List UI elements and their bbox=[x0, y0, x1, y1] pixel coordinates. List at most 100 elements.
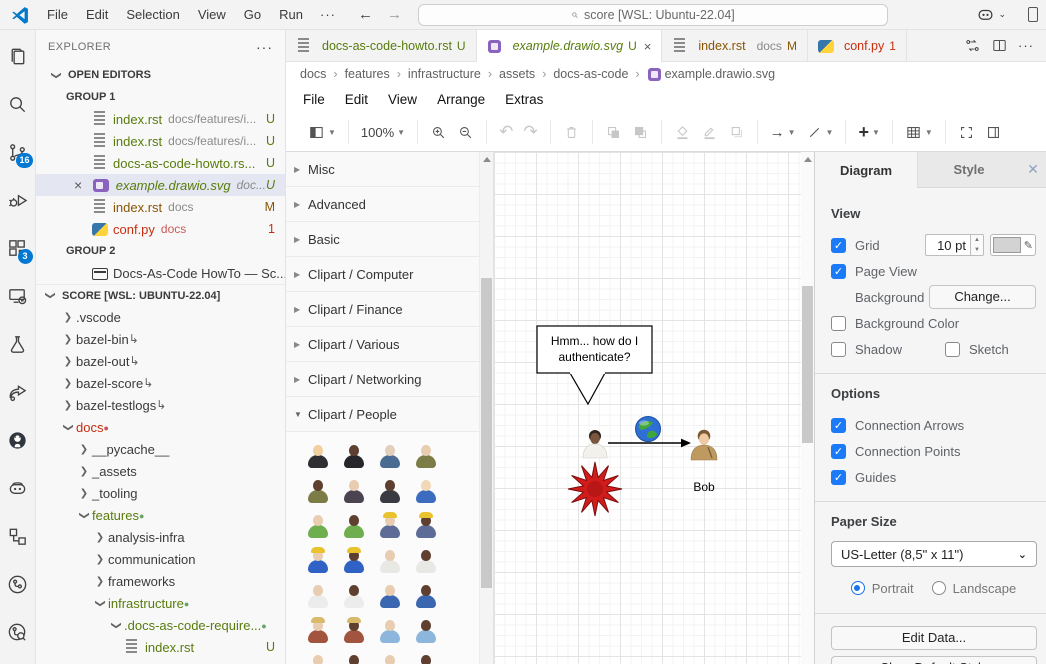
list-item[interactable]: × _assets bbox=[36, 460, 285, 482]
person-clipart-shape[interactable] bbox=[377, 548, 403, 574]
change-background-button[interactable]: Change... bbox=[929, 285, 1036, 309]
more-menus-button[interactable]: ··· bbox=[312, 7, 344, 22]
list-item[interactable]: × bazel-testlogs bbox=[36, 394, 285, 416]
person-clipart-shape[interactable] bbox=[341, 583, 367, 609]
breadcrumb-item[interactable]: example.drawio.svg bbox=[628, 67, 775, 81]
breadcrumb-item[interactable]: infrastructure bbox=[390, 67, 481, 81]
list-item[interactable]: × index.rst U bbox=[36, 636, 285, 658]
scroll-up-arrow-icon[interactable] bbox=[804, 157, 812, 162]
person-alice-shape[interactable] bbox=[583, 430, 607, 458]
person-clipart-shape[interactable] bbox=[305, 513, 331, 539]
page-view-checkbox[interactable] bbox=[831, 264, 846, 279]
list-item[interactable]: × index.rst docs/features/i... U bbox=[36, 108, 285, 130]
tab-diagram[interactable]: Diagram bbox=[815, 152, 918, 188]
fill-color-button[interactable] bbox=[674, 124, 691, 141]
copilot-menu-button[interactable]: ⌄ bbox=[972, 3, 1010, 26]
person-clipart-shape[interactable] bbox=[341, 513, 367, 539]
person-clipart-shape[interactable] bbox=[341, 548, 367, 574]
option-row[interactable]: Connection Points bbox=[831, 439, 1036, 463]
diagram-canvas[interactable]: Hmm... how do I authenticate? Bob bbox=[494, 152, 814, 664]
list-item[interactable]: × _tooling bbox=[36, 482, 285, 504]
list-item[interactable]: × .docs-as-code-require... bbox=[36, 614, 285, 636]
titlebar-menu-item[interactable]: Go bbox=[235, 4, 270, 26]
close-icon[interactable]: × bbox=[644, 39, 652, 54]
option-row[interactable]: Connection Arrows bbox=[831, 413, 1036, 437]
drawio-menu-item[interactable]: File bbox=[294, 90, 334, 109]
list-item[interactable]: × docs-as-code-howto.rs... U bbox=[36, 152, 285, 174]
palette-section[interactable]: Basic bbox=[286, 222, 493, 257]
person-clipart-shape[interactable] bbox=[413, 443, 439, 469]
checkbox-checked[interactable] bbox=[831, 418, 846, 433]
person-clipart-shape[interactable] bbox=[413, 548, 439, 574]
option-row[interactable]: Guides bbox=[831, 465, 1036, 489]
grid-checkbox[interactable] bbox=[831, 238, 846, 253]
line-color-button[interactable] bbox=[701, 124, 718, 141]
titlebar-menu-item[interactable]: View bbox=[189, 4, 235, 26]
scroll-up-arrow-icon[interactable] bbox=[483, 157, 491, 162]
sketch-checkbox[interactable] bbox=[945, 342, 960, 357]
list-item[interactable]: × bazel-bin bbox=[36, 328, 285, 350]
source-control-icon[interactable]: 16 bbox=[0, 128, 36, 176]
person-clipart-shape[interactable] bbox=[413, 653, 439, 664]
list-item[interactable]: × index.rst docs M bbox=[36, 196, 285, 218]
scrollbar-thumb[interactable] bbox=[481, 278, 492, 588]
list-item[interactable]: × docs bbox=[36, 416, 285, 438]
bob-label[interactable]: Bob bbox=[674, 480, 734, 494]
grid-size-input[interactable] bbox=[925, 234, 971, 256]
starburst-shape[interactable] bbox=[568, 462, 622, 516]
insert-dropdown[interactable]: +▼ bbox=[858, 122, 879, 143]
layout-panel-icon[interactable] bbox=[1028, 7, 1038, 22]
list-item[interactable]: × analysis-infra bbox=[36, 526, 285, 548]
testing-icon[interactable] bbox=[0, 320, 36, 368]
person-clipart-shape[interactable] bbox=[305, 478, 331, 504]
to-back-button[interactable] bbox=[632, 124, 649, 141]
list-item[interactable]: × bazel-score bbox=[36, 372, 285, 394]
person-bob-shape[interactable] bbox=[691, 430, 717, 460]
list-item[interactable]: × features bbox=[36, 504, 285, 526]
speech-bubble-text[interactable]: Hmm... how do I authenticate? bbox=[538, 327, 651, 372]
titlebar-menu-item[interactable]: Run bbox=[270, 4, 312, 26]
person-clipart-shape[interactable] bbox=[341, 478, 367, 504]
list-item[interactable]: × frameworks bbox=[36, 570, 285, 592]
breadcrumb-item[interactable]: docs bbox=[300, 67, 326, 81]
live-share-icon[interactable] bbox=[0, 368, 36, 416]
navigate-back-button[interactable]: ← bbox=[358, 6, 373, 23]
more-actions-icon[interactable]: ··· bbox=[1018, 38, 1034, 53]
list-item[interactable]: × index.rst docs/features/i... U bbox=[36, 130, 285, 152]
hierarchy-icon[interactable] bbox=[0, 512, 36, 560]
scrollbar-thumb[interactable] bbox=[802, 286, 813, 443]
list-item[interactable]: × __pycache__ bbox=[36, 438, 285, 460]
checkbox-checked[interactable] bbox=[831, 444, 846, 459]
person-clipart-shape[interactable] bbox=[377, 478, 403, 504]
palette-section[interactable]: Clipart / People bbox=[286, 397, 493, 432]
person-clipart-shape[interactable] bbox=[377, 583, 403, 609]
editor-tab[interactable]: example.drawio.svg U × bbox=[477, 30, 663, 62]
drawio-menu-item[interactable]: Edit bbox=[336, 90, 377, 109]
globe-shape[interactable] bbox=[636, 417, 661, 442]
person-clipart-shape[interactable] bbox=[377, 618, 403, 644]
zoom-level-dropdown[interactable]: 100% ▼ bbox=[361, 125, 405, 140]
list-item[interactable]: × bazel-out bbox=[36, 350, 285, 372]
list-item[interactable]: × communication bbox=[36, 548, 285, 570]
breadcrumb-item[interactable]: features bbox=[326, 67, 389, 81]
titlebar-menu-item[interactable]: File bbox=[38, 4, 77, 26]
grid-size-stepper[interactable]: ▲▼ bbox=[971, 234, 984, 256]
delete-button[interactable] bbox=[563, 124, 580, 141]
run-debug-icon[interactable] bbox=[0, 176, 36, 224]
github-icon[interactable] bbox=[0, 416, 36, 464]
list-item[interactable]: × conf.py docs 1 bbox=[36, 218, 285, 240]
background-color-checkbox[interactable] bbox=[831, 316, 846, 331]
close-icon[interactable]: × bbox=[74, 177, 82, 193]
fullscreen-button[interactable] bbox=[958, 124, 975, 141]
grid-color-button[interactable]: ✎ bbox=[990, 234, 1036, 256]
paper-size-select[interactable]: US-Letter (8,5" x 11") ⌄ bbox=[831, 541, 1037, 567]
person-clipart-shape[interactable] bbox=[305, 618, 331, 644]
list-item[interactable]: × example.drawio.svg doc... U bbox=[36, 174, 285, 196]
checkbox-checked[interactable] bbox=[831, 470, 846, 485]
palette-scrollbar[interactable] bbox=[479, 152, 493, 664]
person-clipart-shape[interactable] bbox=[413, 513, 439, 539]
person-clipart-shape[interactable] bbox=[413, 478, 439, 504]
view-panel-toggle-button[interactable]: ▼ bbox=[308, 124, 336, 141]
palette-section[interactable]: Misc bbox=[286, 152, 493, 187]
shadow-button[interactable] bbox=[728, 124, 745, 141]
